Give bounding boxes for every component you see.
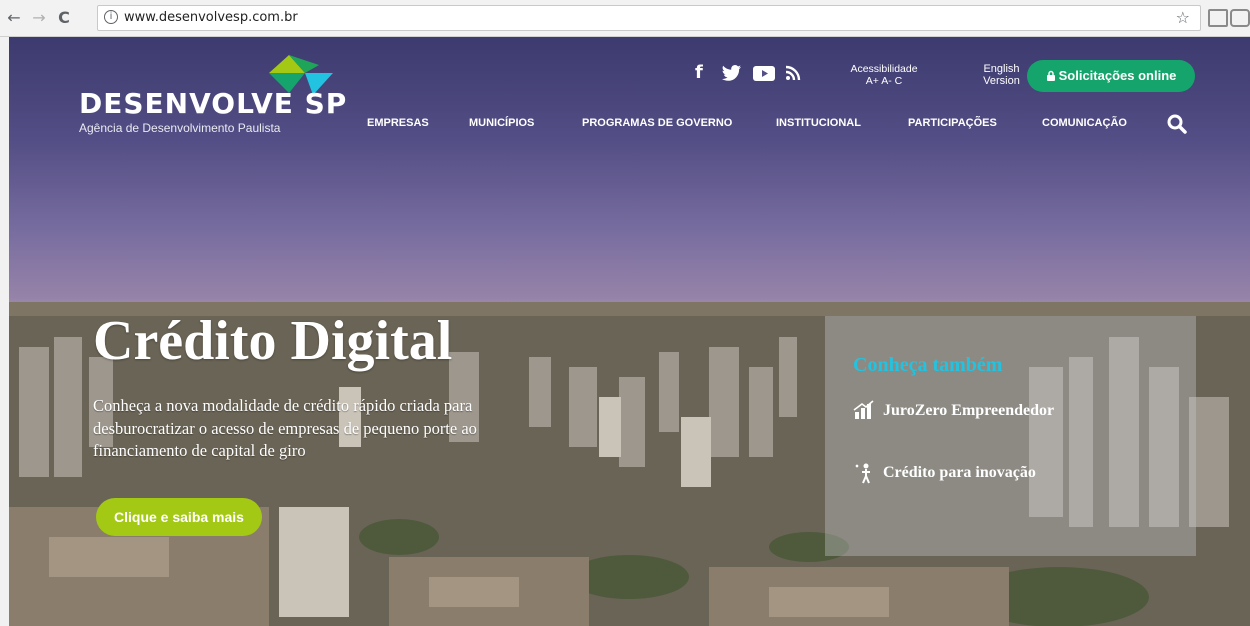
innovation-person-icon xyxy=(855,463,870,484)
menu-participacoes[interactable]: PARTICIPAÇÕES xyxy=(908,117,997,129)
hero-banner: DESENVOLVE SP Agência de Desenvolvimento… xyxy=(9,37,1250,626)
twitter-icon[interactable] xyxy=(722,65,742,81)
forward-button[interactable]: → xyxy=(30,9,48,27)
menu-comunicacao[interactable]: COMUNICAÇÃO xyxy=(1042,117,1127,129)
info-icon[interactable]: i xyxy=(104,10,118,24)
facebook-icon[interactable]: f xyxy=(695,62,703,83)
address-bar[interactable]: i www.desenvolvesp.com.br ☆ xyxy=(97,5,1201,31)
url-text[interactable]: www.desenvolvesp.com.br xyxy=(124,10,298,25)
star-icon[interactable]: ☆ xyxy=(1176,8,1190,27)
menu-empresas[interactable]: EMPRESAS xyxy=(367,117,429,129)
english-line2: Version xyxy=(983,75,1020,87)
menu-programas[interactable]: PROGRAMAS DE GOVERNO xyxy=(582,117,732,129)
brand-title[interactable]: DESENVOLVE SP xyxy=(79,87,347,120)
reload-button[interactable]: C xyxy=(55,9,73,27)
hero-title: Crédito Digital xyxy=(93,310,453,372)
search-icon[interactable] xyxy=(1167,114,1187,134)
also-see-panel: Conheça também JuroZero Empreendedor Cré… xyxy=(825,316,1196,556)
back-button[interactable]: ← xyxy=(5,9,23,27)
link-credito-inovacao-label: Crédito para inovação xyxy=(883,464,1036,481)
browser-toolbar: ← → C i www.desenvolvesp.com.br ☆ xyxy=(0,0,1250,37)
english-version-link[interactable]: English Version xyxy=(974,63,1029,87)
link-credito-inovacao[interactable]: Crédito para inovação xyxy=(853,463,1036,484)
link-jurozero-label: JuroZero Empreendedor xyxy=(883,402,1055,419)
lock-icon xyxy=(1046,70,1055,81)
menu-institucional[interactable]: INSTITUCIONAL xyxy=(776,117,861,129)
camera-icon[interactable] xyxy=(1208,9,1228,27)
chart-growth-icon xyxy=(853,400,874,419)
chat-icon[interactable] xyxy=(1230,9,1250,27)
online-requests-label: Solicitações online xyxy=(1058,68,1177,83)
accessibility-label: Acessibilidade xyxy=(850,63,918,75)
learn-more-button[interactable]: Clique e saiba mais xyxy=(96,498,262,536)
accessibility-controls[interactable]: Acessibilidade A+ A- C xyxy=(839,63,929,87)
panel-title: Conheça também xyxy=(853,354,1003,376)
accessibility-font-controls[interactable]: A+ A- C xyxy=(839,75,929,87)
youtube-icon[interactable] xyxy=(753,66,775,81)
link-jurozero[interactable]: JuroZero Empreendedor xyxy=(853,400,1055,420)
online-requests-button[interactable]: Solicitações online xyxy=(1027,60,1195,92)
hero-description: Conheça a nova modalidade de crédito ráp… xyxy=(93,396,477,460)
menu-municipios[interactable]: MUNICÍPIOS xyxy=(469,117,534,129)
brand-subtitle: Agência de Desenvolvimento Paulista xyxy=(79,121,281,135)
english-line1: English xyxy=(983,63,1020,75)
rss-icon[interactable] xyxy=(785,65,801,81)
